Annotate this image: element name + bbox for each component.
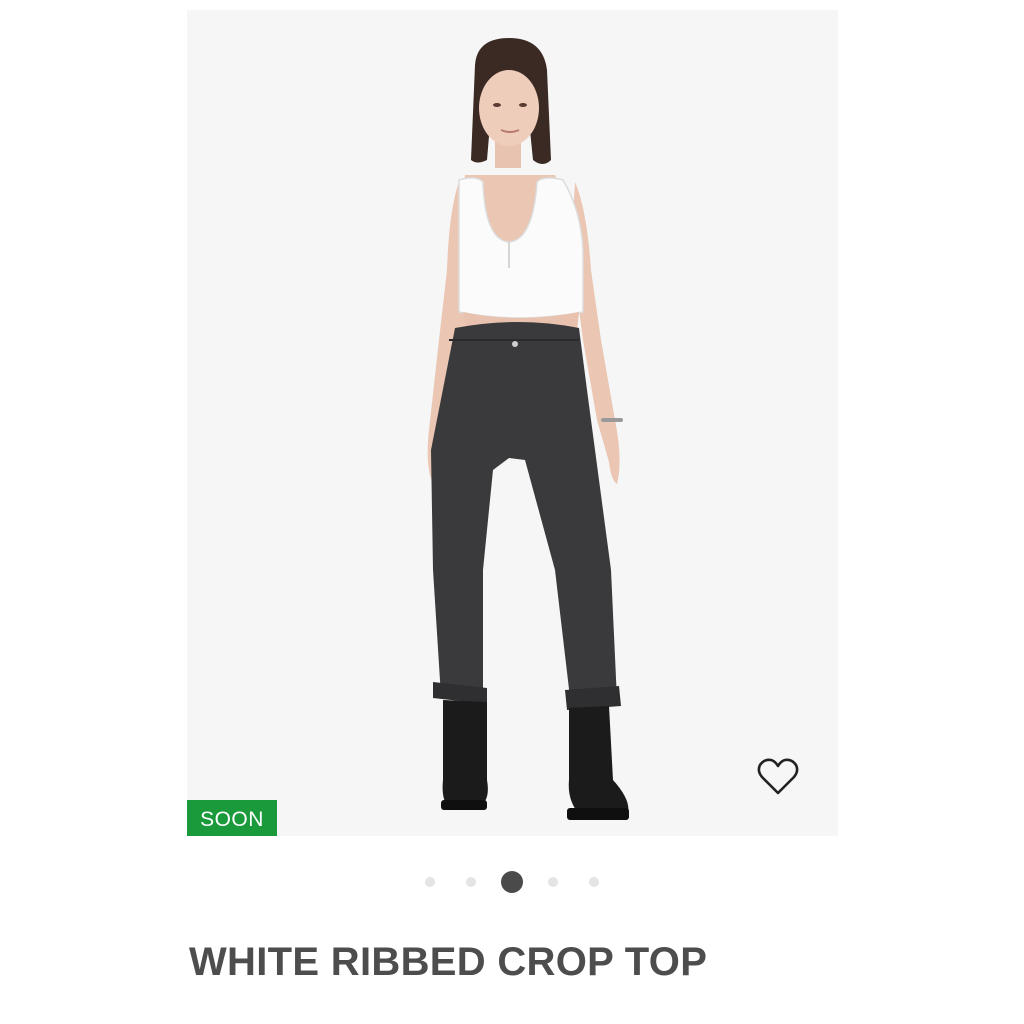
model-photo [427,38,629,820]
carousel-dot-5[interactable] [589,877,599,887]
product-page: SOON WHITE RIBBED CROP TOP [0,0,1024,1024]
soon-badge: SOON [187,800,277,836]
carousel-pagination [0,870,1024,894]
carousel-dot-1[interactable] [425,877,435,887]
carousel-dot-3-active[interactable] [501,871,523,893]
heart-outline-icon [757,758,799,795]
product-image[interactable]: SOON [187,10,838,836]
carousel-dot-4[interactable] [548,877,558,887]
carousel-dot-2[interactable] [466,877,476,887]
wishlist-button[interactable] [753,754,803,800]
product-title: WHITE RIBBED CROP TOP [189,940,708,984]
